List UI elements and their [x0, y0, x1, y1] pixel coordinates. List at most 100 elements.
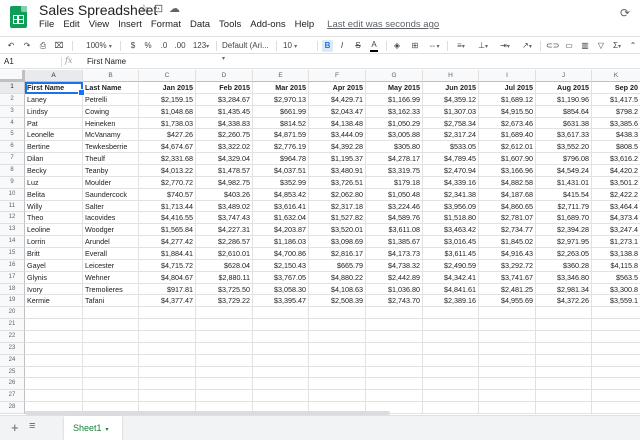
row-header[interactable]: 6: [0, 141, 25, 154]
cell[interactable]: [536, 307, 592, 320]
cell[interactable]: $2,758.34: [423, 117, 479, 130]
cell[interactable]: $4,880.22: [309, 271, 366, 284]
cell[interactable]: $1,050.29: [366, 117, 423, 130]
cell[interactable]: $403.26: [196, 188, 253, 201]
cell[interactable]: [139, 354, 196, 367]
cell[interactable]: $854.64: [536, 105, 592, 118]
cell[interactable]: $1,738.03: [139, 117, 196, 130]
strikethrough-button[interactable]: S: [354, 40, 362, 52]
cell[interactable]: $3,489.02: [196, 200, 253, 213]
cell[interactable]: [479, 342, 536, 355]
cell[interactable]: [139, 378, 196, 391]
cell[interactable]: Jun 2015: [423, 82, 479, 94]
cell[interactable]: $1,417.5: [592, 94, 640, 106]
cell[interactable]: [592, 402, 640, 414]
cell[interactable]: $964.78: [253, 153, 309, 166]
cell[interactable]: [139, 342, 196, 355]
cell[interactable]: $4,589.76: [366, 212, 423, 225]
cell[interactable]: Leoline: [25, 224, 83, 237]
cell[interactable]: [83, 342, 139, 355]
zoom-select[interactable]: 100% ▾: [86, 40, 112, 52]
cell[interactable]: $2,743.70: [366, 295, 423, 308]
cell[interactable]: [25, 331, 83, 343]
cell[interactable]: $2,394.28: [536, 224, 592, 237]
cell[interactable]: Theulf: [83, 153, 139, 166]
cell[interactable]: [309, 331, 366, 343]
cell[interactable]: $2,062.80: [309, 188, 366, 201]
cell[interactable]: [592, 367, 640, 379]
cell[interactable]: Britt: [25, 248, 83, 260]
cell[interactable]: Bertine: [25, 141, 83, 154]
cell[interactable]: $1,166.99: [366, 93, 423, 106]
cell[interactable]: $3,300.8: [592, 284, 640, 296]
cell[interactable]: $3,617.33: [536, 129, 592, 142]
spreadsheet-grid[interactable]: ABCDEFGHIJK 1 2 3 4 5 6 7 8 9 10 11 12 13 14 15 16 17 18 1…: [0, 70, 640, 414]
cell[interactable]: $661.99: [253, 105, 309, 118]
bold-button[interactable]: B: [322, 40, 333, 52]
cell[interactable]: Ivory: [25, 283, 83, 296]
cell[interactable]: $563.5: [592, 272, 640, 284]
cell[interactable]: Apr 2015: [309, 82, 366, 94]
cell[interactable]: $3,611.45: [423, 248, 479, 260]
cell[interactable]: $4,420.2: [592, 165, 640, 177]
cell[interactable]: Pat: [25, 117, 83, 130]
menu-edit[interactable]: Edit: [63, 19, 79, 33]
cell[interactable]: [139, 307, 196, 320]
cell[interactable]: $4,715.72: [139, 259, 196, 272]
cell[interactable]: $4,915.50: [479, 105, 536, 118]
cell[interactable]: Arundel: [83, 236, 139, 249]
cell[interactable]: $4,429.71: [309, 93, 366, 106]
cell[interactable]: $3,247.4: [592, 224, 640, 236]
cell[interactable]: [309, 354, 366, 367]
cell[interactable]: [592, 390, 640, 402]
cell[interactable]: $1,884.41: [139, 248, 196, 260]
menu-insert[interactable]: Insert: [118, 19, 142, 33]
menu-data[interactable]: Data: [190, 19, 210, 33]
cell[interactable]: $3,005.88: [366, 129, 423, 142]
row-header[interactable]: 25: [0, 366, 25, 379]
cell[interactable]: $4,860.65: [479, 200, 536, 213]
cell[interactable]: $2,734.77: [479, 224, 536, 237]
cell[interactable]: $3,501.2: [592, 177, 640, 189]
cell[interactable]: [83, 319, 139, 332]
menu-view[interactable]: View: [89, 19, 109, 33]
cell[interactable]: [536, 402, 592, 414]
cell[interactable]: $798.2: [592, 106, 640, 118]
row-header[interactable]: 26: [0, 378, 25, 391]
cell[interactable]: $3,016.45: [423, 236, 479, 249]
cell[interactable]: $2,481.25: [479, 283, 536, 296]
cell[interactable]: $3,741.67: [479, 271, 536, 284]
cell[interactable]: $2,286.57: [196, 236, 253, 249]
cell[interactable]: $3,956.09: [423, 200, 479, 213]
cell[interactable]: Glynis: [25, 271, 83, 284]
cell[interactable]: [309, 307, 366, 320]
cell[interactable]: [253, 307, 309, 320]
cell[interactable]: $2,981.34: [536, 283, 592, 296]
cell[interactable]: Everall: [83, 248, 139, 260]
cell[interactable]: $1,195.37: [309, 153, 366, 166]
percent-format-button[interactable]: %: [144, 40, 152, 52]
cell[interactable]: $3,346.80: [536, 271, 592, 284]
add-sheet-icon[interactable]: +: [11, 420, 19, 435]
cell[interactable]: [83, 354, 139, 367]
cell[interactable]: $4,277.42: [139, 236, 196, 249]
row-header[interactable]: 13: [0, 224, 25, 237]
functions-icon[interactable]: Σ▾: [610, 40, 624, 52]
cell[interactable]: $3,747.43: [196, 212, 253, 225]
cell[interactable]: Feb 2015: [196, 82, 253, 94]
cell[interactable]: [536, 378, 592, 391]
cell[interactable]: [366, 378, 423, 391]
row-header[interactable]: 27: [0, 390, 25, 403]
cell[interactable]: Sep 20: [592, 82, 640, 94]
cell[interactable]: $4,203.87: [253, 224, 309, 237]
cell[interactable]: $1,050.48: [366, 188, 423, 201]
name-box[interactable]: A1: [4, 57, 58, 67]
menu-tools[interactable]: Tools: [219, 19, 241, 33]
cell[interactable]: $4,804.67: [139, 271, 196, 284]
cell[interactable]: $2,331.68: [139, 153, 196, 166]
move-to-folder-icon[interactable]: ⊡: [154, 2, 163, 15]
cell[interactable]: [196, 390, 253, 403]
cell[interactable]: $2,770.72: [139, 176, 196, 189]
cell[interactable]: [139, 366, 196, 379]
cell[interactable]: $1,845.02: [479, 236, 536, 249]
